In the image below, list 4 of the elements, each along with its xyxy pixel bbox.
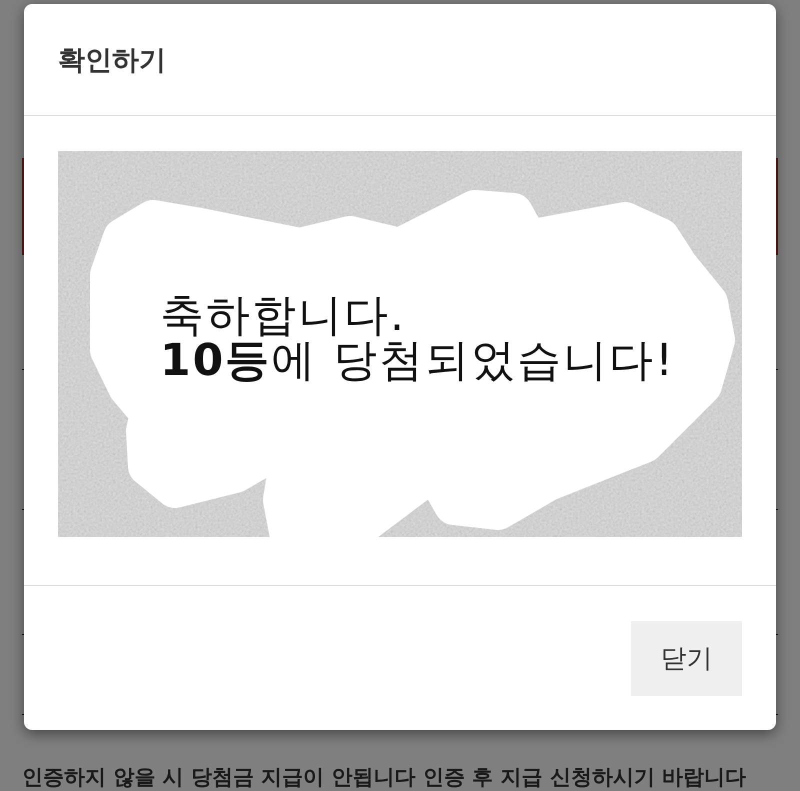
notice-text: 인증하지 않을 시 당첨금 지급이 안됩니다 인증 후 지급 신청하시기 바랍니다 bbox=[22, 764, 748, 790]
dialog-title: 확인하기 bbox=[58, 44, 166, 78]
close-button[interactable]: 닫기 bbox=[631, 621, 742, 696]
prize-message: 축하합니다. 10등에 당첨되었습니다! bbox=[160, 293, 675, 383]
